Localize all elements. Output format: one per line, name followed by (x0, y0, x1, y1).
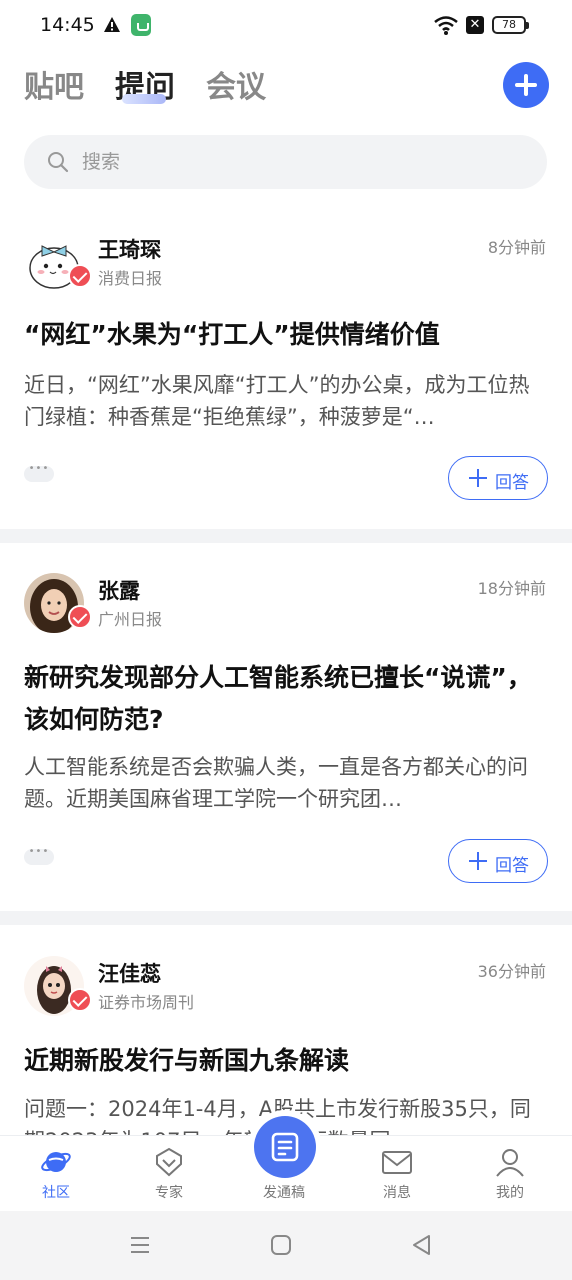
document-icon (271, 1132, 299, 1162)
answer-label: 回答 (495, 473, 529, 493)
system-navigation-bar (0, 1211, 572, 1280)
avatar[interactable] (24, 956, 92, 1016)
card-separator (0, 529, 572, 543)
nav-label[interactable]: 发通稿 (244, 1182, 324, 1202)
verified-icon (68, 988, 92, 1012)
verified-icon (68, 264, 92, 288)
warning-icon (104, 17, 120, 32)
expert-badge-icon (156, 1147, 182, 1177)
post-time: 18分钟前 (477, 579, 546, 598)
post-time: 8分钟前 (487, 238, 546, 257)
nav-label: 我的 (496, 1185, 524, 1201)
mail-icon (382, 1151, 412, 1174)
nav-profile[interactable]: 我的 (470, 1136, 550, 1212)
tab-meetings[interactable]: 会议 (206, 62, 266, 106)
no-sim-icon: ✕ (466, 16, 484, 34)
question-card[interactable]: 王琦琛 消费日报 8分钟前 “网红”水果为“打工人”提供情绪价值 近日，“网红”… (0, 216, 572, 530)
avatar[interactable] (24, 232, 92, 292)
search-bar[interactable] (24, 135, 547, 189)
nav-experts[interactable]: 专家 (129, 1136, 209, 1212)
question-title[interactable]: “网红”水果为“打工人”提供情绪价值 (24, 314, 548, 356)
user-icon (496, 1149, 524, 1177)
wifi-icon (434, 16, 458, 35)
question-excerpt[interactable]: 人工智能系统是否会欺骗人类，一直是各方都关心的问题。近期美国麻省理工学院一个研究… (24, 751, 548, 815)
nav-messages[interactable]: 消息 (357, 1136, 437, 1212)
verified-icon (68, 605, 92, 629)
battery-icon: 78 (492, 16, 529, 34)
question-card[interactable]: 汪佳蕊 证券市场周刊 36分钟前 近期新股发行与新国九条解读 问题一：2024年… (0, 940, 572, 1135)
tab-tieba[interactable]: 贴吧 (24, 62, 84, 106)
menu-icon[interactable] (128, 1233, 152, 1257)
author-name[interactable]: 张露 (98, 575, 140, 605)
status-bar: 14:45 ✕ 78 (0, 0, 572, 52)
nav-label: 社区 (42, 1185, 70, 1201)
more-options-icon[interactable] (24, 846, 54, 865)
nav-label: 消息 (383, 1185, 411, 1201)
answer-button[interactable]: 回答 (448, 456, 548, 500)
status-time: 14:45 (40, 14, 95, 36)
nav-label: 专家 (155, 1185, 183, 1201)
search-input[interactable] (82, 146, 502, 178)
author-name[interactable]: 王琦琛 (98, 234, 161, 264)
question-title[interactable]: 新研究发现部分人工智能系统已擅长“说谎”，该如何防范? (24, 657, 548, 741)
back-icon[interactable] (410, 1233, 434, 1257)
author-source: 证券市场周刊 (98, 993, 195, 1012)
question-title[interactable]: 近期新股发行与新国九条解读 (24, 1040, 548, 1082)
question-card[interactable]: 张露 广州日报 18分钟前 新研究发现部分人工智能系统已擅长“说谎”，该如何防范… (0, 557, 572, 911)
search-icon (48, 152, 69, 173)
avatar[interactable] (24, 573, 92, 633)
author-source: 广州日报 (98, 610, 163, 629)
home-icon[interactable] (269, 1233, 293, 1257)
card-separator (0, 911, 572, 925)
post-time: 36分钟前 (477, 962, 546, 981)
nav-community[interactable]: 社区 (16, 1136, 96, 1212)
answer-label: 回答 (495, 856, 529, 876)
answer-button[interactable]: 回答 (448, 839, 548, 883)
author-name[interactable]: 汪佳蕊 (98, 958, 161, 988)
planet-icon (41, 1152, 71, 1172)
publish-button[interactable] (254, 1116, 316, 1178)
more-options-icon[interactable] (24, 463, 54, 482)
author-source: 消费日报 (98, 269, 163, 288)
add-button[interactable] (503, 62, 549, 108)
question-excerpt[interactable]: 近日，“网红”水果风靡“打工人”的办公桌，成为工位热门绿植：种香蕉是“拒绝蕉绿”… (24, 369, 548, 433)
active-tab-indicator (122, 94, 166, 104)
app-notification-icon (131, 14, 151, 36)
plus-icon (469, 852, 487, 870)
plus-icon (469, 469, 487, 487)
